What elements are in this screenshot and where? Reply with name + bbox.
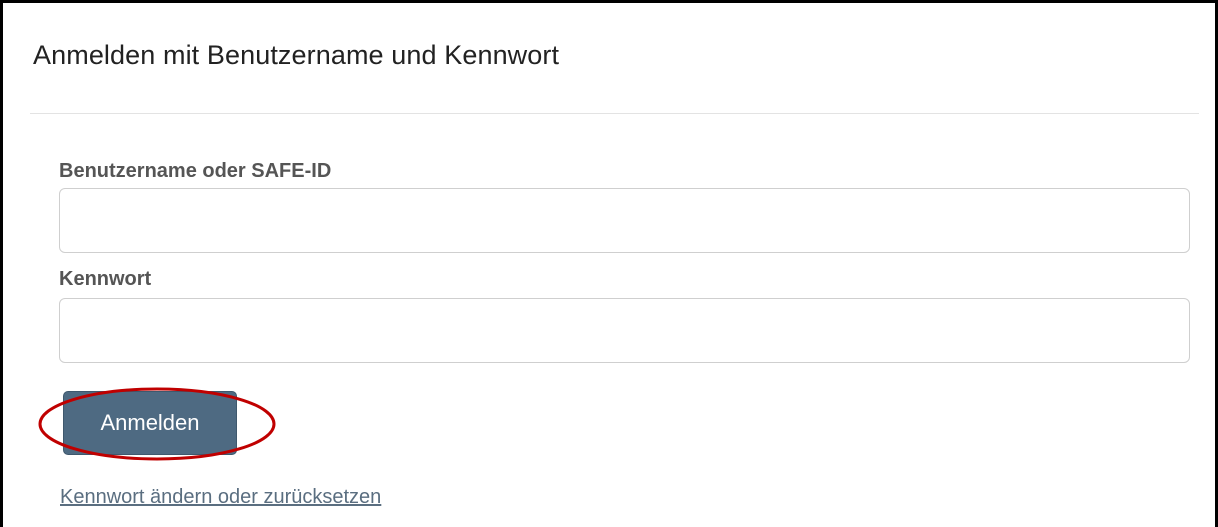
password-input[interactable] — [59, 298, 1190, 363]
login-button[interactable]: Anmelden — [63, 391, 237, 455]
username-label: Benutzername oder SAFE-ID — [59, 160, 332, 182]
username-input[interactable] — [59, 188, 1190, 253]
login-button-area: Anmelden — [38, 387, 276, 461]
password-label: Kennwort — [59, 268, 152, 290]
change-password-link[interactable]: Kennwort ändern oder zurücksetzen — [60, 486, 381, 509]
login-panel: Anmelden mit Benutzername und Kennwort B… — [0, 0, 1218, 527]
page-title: Anmelden mit Benutzername und Kennwort — [33, 40, 560, 70]
